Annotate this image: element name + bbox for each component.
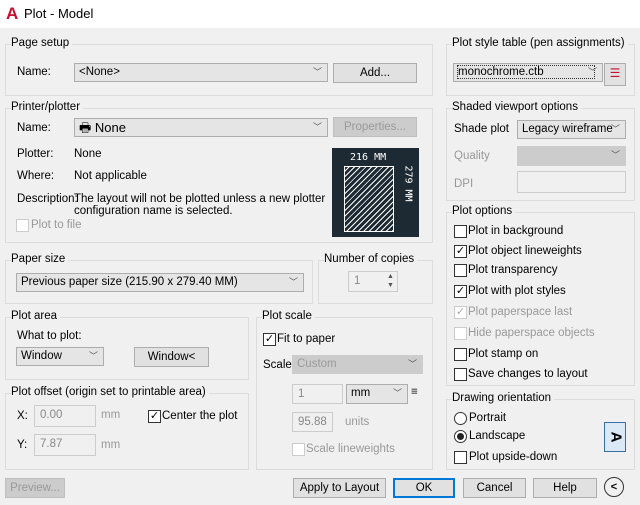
upside-down-checkbox[interactable] xyxy=(454,451,467,464)
add-button[interactable]: Add... xyxy=(333,63,417,83)
chevron-down-icon: ﹀ xyxy=(407,359,417,369)
fit-to-paper-checkbox[interactable]: ✓ xyxy=(263,333,276,346)
page-setup-name-select[interactable]: <None> ﹀ xyxy=(74,63,328,82)
collapse-arrow-icon[interactable]: < xyxy=(604,477,624,497)
plot-option-checkbox[interactable] xyxy=(454,225,467,238)
cancel-button[interactable]: Cancel xyxy=(463,478,526,498)
scale-value1-input[interactable]: 1 xyxy=(292,384,343,404)
landscape-radio[interactable] xyxy=(454,430,467,443)
printer-icon: 🖶 xyxy=(79,120,95,135)
window-button[interactable]: Window< xyxy=(134,347,209,367)
plot-style-select[interactable]: monochrome.ctb ﹀ xyxy=(453,63,603,82)
chevron-down-icon: ﹀ xyxy=(288,277,298,287)
autocad-logo-icon: A xyxy=(6,4,19,23)
center-plot-checkbox[interactable]: ✓ xyxy=(148,410,161,423)
plot-option-checkbox[interactable]: ✓ xyxy=(454,285,467,298)
printer-name-label: Name: xyxy=(17,122,51,134)
chevron-down-icon: ﹀ xyxy=(610,150,620,160)
title-bar: A Plot - Model xyxy=(0,0,640,28)
printer-name-select[interactable]: 🖶 None ﹀ xyxy=(74,118,328,137)
offset-y-input[interactable]: 7.87 xyxy=(34,434,96,456)
landscape-page-icon: A xyxy=(604,422,626,452)
quality-select[interactable]: ﹀ xyxy=(517,146,626,166)
plot-option-checkbox[interactable] xyxy=(454,264,467,277)
window-title: Plot - Model xyxy=(24,6,94,21)
properties-button[interactable]: Properties... xyxy=(333,117,417,137)
help-button[interactable]: Help xyxy=(533,478,597,498)
offset-x-input[interactable]: 0.00 xyxy=(34,405,96,427)
page-setup-name-label: Name: xyxy=(17,66,51,78)
plot-option-label: Plot paperspace last xyxy=(468,306,573,318)
plot-option-label: Plot stamp on xyxy=(468,348,539,360)
portrait-radio[interactable] xyxy=(454,412,467,425)
chevron-down-icon: ﹀ xyxy=(587,67,597,77)
apply-to-layout-button[interactable]: Apply to Layout xyxy=(293,478,386,498)
plot-option-label: Hide paperspace objects xyxy=(468,327,595,339)
plot-option-label: Plot in background xyxy=(468,225,564,237)
scale-select[interactable]: Custom ﹀ xyxy=(292,355,423,374)
plot-option-checkbox[interactable]: ✓ xyxy=(454,306,467,319)
plot-option-checkbox[interactable] xyxy=(454,327,467,340)
plot-option-label: Plot object lineweights xyxy=(468,245,582,257)
scale-unit-select[interactable]: mm ﹀ xyxy=(346,384,408,404)
what-to-plot-select[interactable]: Window ﹀ xyxy=(16,347,104,366)
scale-value2-input[interactable]: 95.88 xyxy=(292,412,333,432)
chevron-down-icon: ﹀ xyxy=(392,388,402,398)
chevron-down-icon: ﹀ xyxy=(312,122,322,132)
chevron-down-icon: ﹀ xyxy=(610,124,620,134)
paper-size-select[interactable]: Previous paper size (215.90 x 279.40 MM)… xyxy=(16,273,304,292)
plot-option-label: Plot transparency xyxy=(468,264,558,276)
chevron-down-icon: ﹀ xyxy=(312,67,322,77)
paper-preview: 216 MM 279 MM xyxy=(332,148,419,237)
plot-to-file-checkbox[interactable] xyxy=(16,219,29,232)
dpi-input[interactable] xyxy=(517,171,626,193)
equals-icon: ≡ xyxy=(411,386,418,398)
shade-plot-select[interactable]: Legacy wireframe ﹀ xyxy=(517,120,626,139)
chevron-down-icon: ﹀ xyxy=(88,351,98,361)
plot-option-checkbox[interactable] xyxy=(454,368,467,381)
edit-plot-style-button[interactable]: ☰ xyxy=(604,63,626,86)
scale-lineweights-checkbox[interactable] xyxy=(292,443,305,456)
ok-button[interactable]: OK xyxy=(393,478,455,498)
plot-option-label: Plot with plot styles xyxy=(468,285,566,297)
plot-option-checkbox[interactable]: ✓ xyxy=(454,245,467,258)
spinner-arrows-icon[interactable]: ▲ ▼ xyxy=(384,272,397,291)
paper-sheet xyxy=(344,166,394,232)
preview-button[interactable]: Preview... xyxy=(5,478,65,498)
plot-option-label: Save changes to layout xyxy=(468,368,588,380)
plot-option-checkbox[interactable] xyxy=(454,348,467,361)
